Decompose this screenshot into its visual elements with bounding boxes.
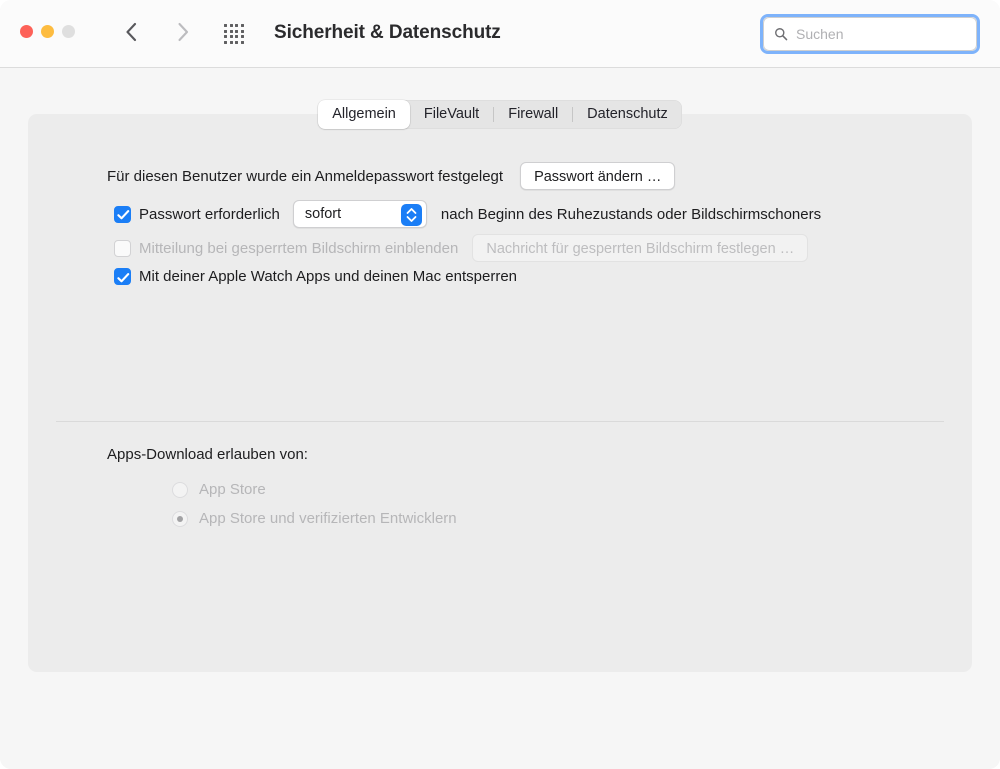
login-password-row: Für diesen Benutzer wurde ein Anmeldepas…: [107, 162, 676, 190]
show-all-grid-icon[interactable]: [222, 23, 246, 45]
navigation-arrows: [120, 18, 194, 46]
radio-app-store-label: App Store: [199, 481, 266, 498]
radio-app-store-and-identified-developers[interactable]: [172, 510, 188, 527]
section-divider: [56, 421, 944, 422]
apple-watch-checkbox[interactable]: [114, 268, 131, 285]
download-section-header: Apps-Download erlauben von:: [107, 446, 308, 463]
forward-chevron-icon[interactable]: [172, 18, 194, 46]
password-delay-select[interactable]: sofort: [292, 200, 427, 228]
back-chevron-icon[interactable]: [120, 18, 142, 46]
tab-group: Allgemein FileVault Firewall Datenschutz: [318, 100, 682, 129]
stepper-chevrons-icon[interactable]: [400, 204, 422, 226]
tab-datenschutz[interactable]: Datenschutz: [573, 100, 682, 129]
search-field[interactable]: [763, 17, 977, 51]
apple-watch-label: Mit deiner Apple Watch Apps und deinen M…: [139, 268, 518, 285]
require-password-suffix-label: nach Beginn des Ruhezustands oder Bildsc…: [440, 205, 822, 223]
require-password-label: Passwort erforderlich: [139, 205, 280, 223]
titlebar: Sicherheit & Datenschutz: [0, 0, 1000, 68]
set-lock-message-button[interactable]: Nachricht für gesperrten Bildschirm fest…: [472, 234, 809, 262]
page-title: Sicherheit & Datenschutz: [274, 22, 501, 43]
tab-firewall[interactable]: Firewall: [494, 100, 572, 129]
require-password-row: Passwort erforderlich sofort nach Beginn…: [114, 200, 821, 228]
tab-filevault[interactable]: FileVault: [410, 100, 493, 129]
password-set-label: Für diesen Benutzer wurde ein Anmeldepas…: [107, 167, 504, 185]
radio-appstore-row: App Store: [172, 481, 266, 498]
traffic-light-buttons: [20, 25, 75, 38]
footer-bar: Zum Bearbeiten auf das Schloss klicken. …: [0, 690, 1000, 769]
lock-message-row: Mitteilung bei gesperrtem Bildschirm ein…: [114, 234, 809, 262]
radio-app-store-and-identified-developers-label: App Store und verifizierten Entwicklern: [199, 510, 457, 527]
checkmark-icon: [117, 272, 130, 282]
lock-message-checkbox[interactable]: [114, 239, 131, 257]
apple-watch-row: Mit deiner Apple Watch Apps und deinen M…: [114, 268, 517, 285]
search-input[interactable]: [796, 26, 966, 42]
minimize-button[interactable]: [41, 25, 54, 38]
search-field-container: [760, 14, 980, 54]
search-icon: [775, 28, 788, 41]
checkmark-icon: [117, 210, 130, 220]
system-preferences-window: Sicherheit & Datenschutz Für diesen Benu…: [0, 0, 1000, 769]
zoom-button[interactable]: [62, 25, 75, 38]
lock-message-label: Mitteilung bei gesperrtem Bildschirm ein…: [139, 239, 459, 257]
radio-app-store[interactable]: [172, 481, 188, 498]
chevron-up-down-icon: [406, 208, 417, 222]
close-button[interactable]: [20, 25, 33, 38]
download-section-title: Apps-Download erlauben von:: [107, 446, 308, 463]
change-password-button[interactable]: Passwort ändern …: [520, 162, 676, 190]
password-delay-value: sofort: [304, 206, 342, 222]
tab-allgemein[interactable]: Allgemein: [318, 100, 410, 129]
preferences-panel: Für diesen Benutzer wurde ein Anmeldepas…: [28, 114, 972, 672]
tab-bar: Allgemein FileVault Firewall Datenschutz: [0, 100, 1000, 129]
require-password-checkbox[interactable]: [114, 205, 131, 223]
radio-appstore-identified-row: App Store und verifizierten Entwicklern: [172, 510, 457, 527]
